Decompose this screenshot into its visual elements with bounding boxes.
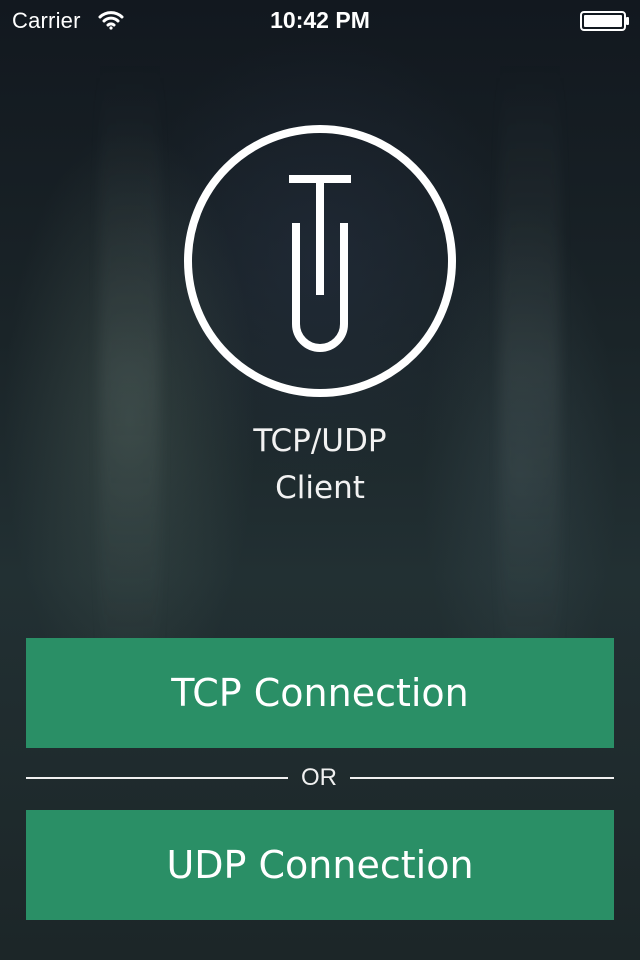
divider-line-left [26, 777, 288, 779]
app-title: TCP/UDP Client [0, 418, 640, 512]
or-divider-label: OR [301, 764, 337, 791]
tcp-connection-label: TCP Connection [171, 671, 469, 715]
udp-connection-label: UDP Connection [166, 843, 474, 887]
background-blur-shape [500, 60, 560, 680]
background-blur-shape [100, 60, 160, 680]
udp-connection-button[interactable]: UDP Connection [26, 810, 614, 920]
app-title-line2: Client [275, 470, 365, 506]
battery-icon [580, 11, 629, 31]
tu-logo-icon [184, 125, 456, 397]
status-bar: Carrier 10:42 PM [0, 0, 640, 40]
app-title-line1: TCP/UDP [253, 423, 387, 459]
clock: 10:42 PM [270, 7, 370, 33]
tcp-connection-button[interactable]: TCP Connection [26, 638, 614, 748]
divider-line-right [350, 777, 614, 779]
